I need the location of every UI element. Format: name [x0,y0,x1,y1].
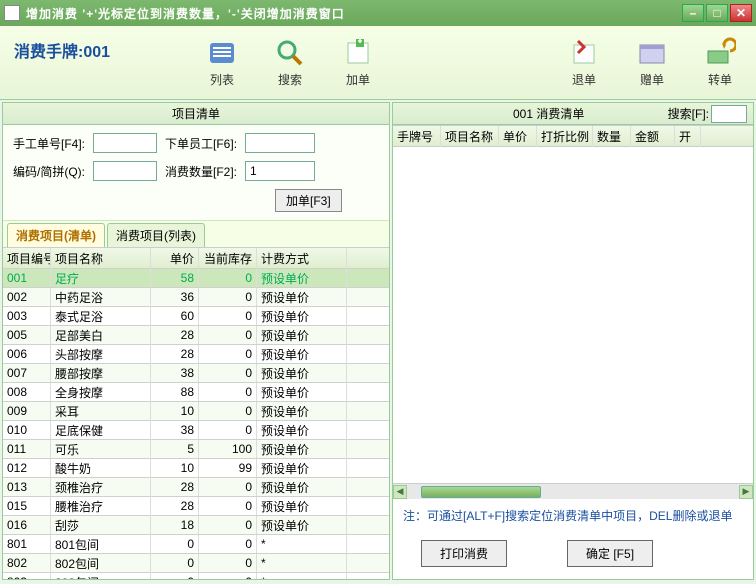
code-label: 编码/简拼(Q): [13,163,85,180]
table-row[interactable]: 016刮莎180预设单价 [3,516,389,535]
add-order-button[interactable]: 加单[F3] [275,189,342,212]
scroll-thumb[interactable] [421,486,541,498]
return-button[interactable]: 退单 [562,37,606,88]
right-grid-body [393,147,753,483]
tag-label: 消费手牌:001 [14,38,110,62]
table-row[interactable]: 802802包间00* [3,554,389,573]
form-area: 手工单号[F4]: 下单员工[F6]: 编码/简拼(Q): 消费数量[F2]: … [3,125,389,221]
qty-input[interactable] [245,161,315,181]
table-row[interactable]: 015腰椎治疗280预设单价 [3,497,389,516]
transfer-button[interactable]: 转单 [698,37,742,88]
window-title: 增加消费 '+'光标定位到消费数量，'-'关闭增加消费窗口 [26,5,682,22]
give-icon [636,37,668,69]
table-row[interactable]: 010足底保健380预设单价 [3,421,389,440]
tool-label: 列表 [210,71,234,88]
items-grid: 项目编号 项目名称 单价 当前库存 计费方式 001足疗580预设单价002中药… [3,247,389,579]
tool-label: 赠单 [640,71,664,88]
give-button[interactable]: 赠单 [630,37,674,88]
table-row[interactable]: 001足疗580预设单价 [3,269,389,288]
table-row[interactable]: 006头部按摩280预设单价 [3,345,389,364]
tool-label: 加单 [346,71,370,88]
table-row[interactable]: 011可乐5100预设单价 [3,440,389,459]
qty-label: 消费数量[F2]: [165,163,237,180]
tab-list[interactable]: 消费项目(清单) [7,223,105,247]
right-pane-title: 001 消费清单 [513,105,584,122]
scroll-right-icon[interactable]: ▶ [739,485,753,499]
scroll-left-icon[interactable]: ◀ [393,485,407,499]
left-pane: 项目清单 手工单号[F4]: 下单员工[F6]: 编码/简拼(Q): 消费数量[… [2,102,390,580]
hint-note: 注：可通过[ALT+F]搜索定位消费清单中项目，DEL删除或退单 [393,499,753,532]
search-button[interactable]: 搜索 [268,37,312,88]
toolbar: 消费手牌:001 列表 搜索 加单 退单 赠单 转单 [0,26,756,100]
search-label: 搜索[F]: [668,105,709,122]
ok-button[interactable]: 确定 [F5] [567,540,653,567]
table-row[interactable]: 008全身按摩880预设单价 [3,383,389,402]
tool-label: 搜索 [278,71,302,88]
print-button[interactable]: 打印消费 [421,540,507,567]
transfer-icon [704,37,736,69]
right-pane: 001 消费清单 搜索[F]: 手牌号 项目名称 单价 打折比例 数量 金额 开… [392,102,754,580]
tool-label: 退单 [572,71,596,88]
maximize-button[interactable]: □ [706,4,728,22]
titlebar: 增加消费 '+'光标定位到消费数量，'-'关闭增加消费窗口 – □ ✕ [0,0,756,26]
employee-label: 下单员工[F6]: [165,135,237,152]
table-row[interactable]: 007腰部按摩380预设单价 [3,364,389,383]
table-row[interactable]: 005足部美白280预设单价 [3,326,389,345]
table-row[interactable]: 803803包间00* [3,573,389,579]
table-row[interactable]: 013颈椎治疗280预设单价 [3,478,389,497]
add-button[interactable]: 加单 [336,37,380,88]
close-button[interactable]: ✕ [730,4,752,22]
table-row[interactable]: 002中药足浴360预设单价 [3,288,389,307]
manual-no-input[interactable] [93,133,157,153]
employee-input[interactable] [245,133,315,153]
table-row[interactable]: 003泰式足浴600预设单价 [3,307,389,326]
manual-no-label: 手工单号[F4]: [13,135,85,152]
left-pane-title: 项目清单 [3,103,389,125]
list-button[interactable]: 列表 [200,37,244,88]
minimize-button[interactable]: – [682,4,704,22]
list-icon [206,37,238,69]
return-icon [568,37,600,69]
code-input[interactable] [93,161,157,181]
grid-header: 项目编号 项目名称 单价 当前库存 计费方式 [3,247,389,269]
tool-label: 转单 [708,71,732,88]
right-grid-header: 手牌号 项目名称 单价 打折比例 数量 金额 开 [393,125,753,147]
hscrollbar[interactable]: ◀ ▶ [393,483,753,499]
table-row[interactable]: 009采耳100预设单价 [3,402,389,421]
table-row[interactable]: 801801包间00* [3,535,389,554]
tab-grid[interactable]: 消费项目(列表) [107,223,205,247]
search-icon [274,37,306,69]
search-input[interactable] [711,105,747,123]
app-icon [4,5,20,21]
add-icon [342,37,374,69]
table-row[interactable]: 012酸牛奶1099预设单价 [3,459,389,478]
right-pane-head: 001 消费清单 搜索[F]: [393,103,753,125]
